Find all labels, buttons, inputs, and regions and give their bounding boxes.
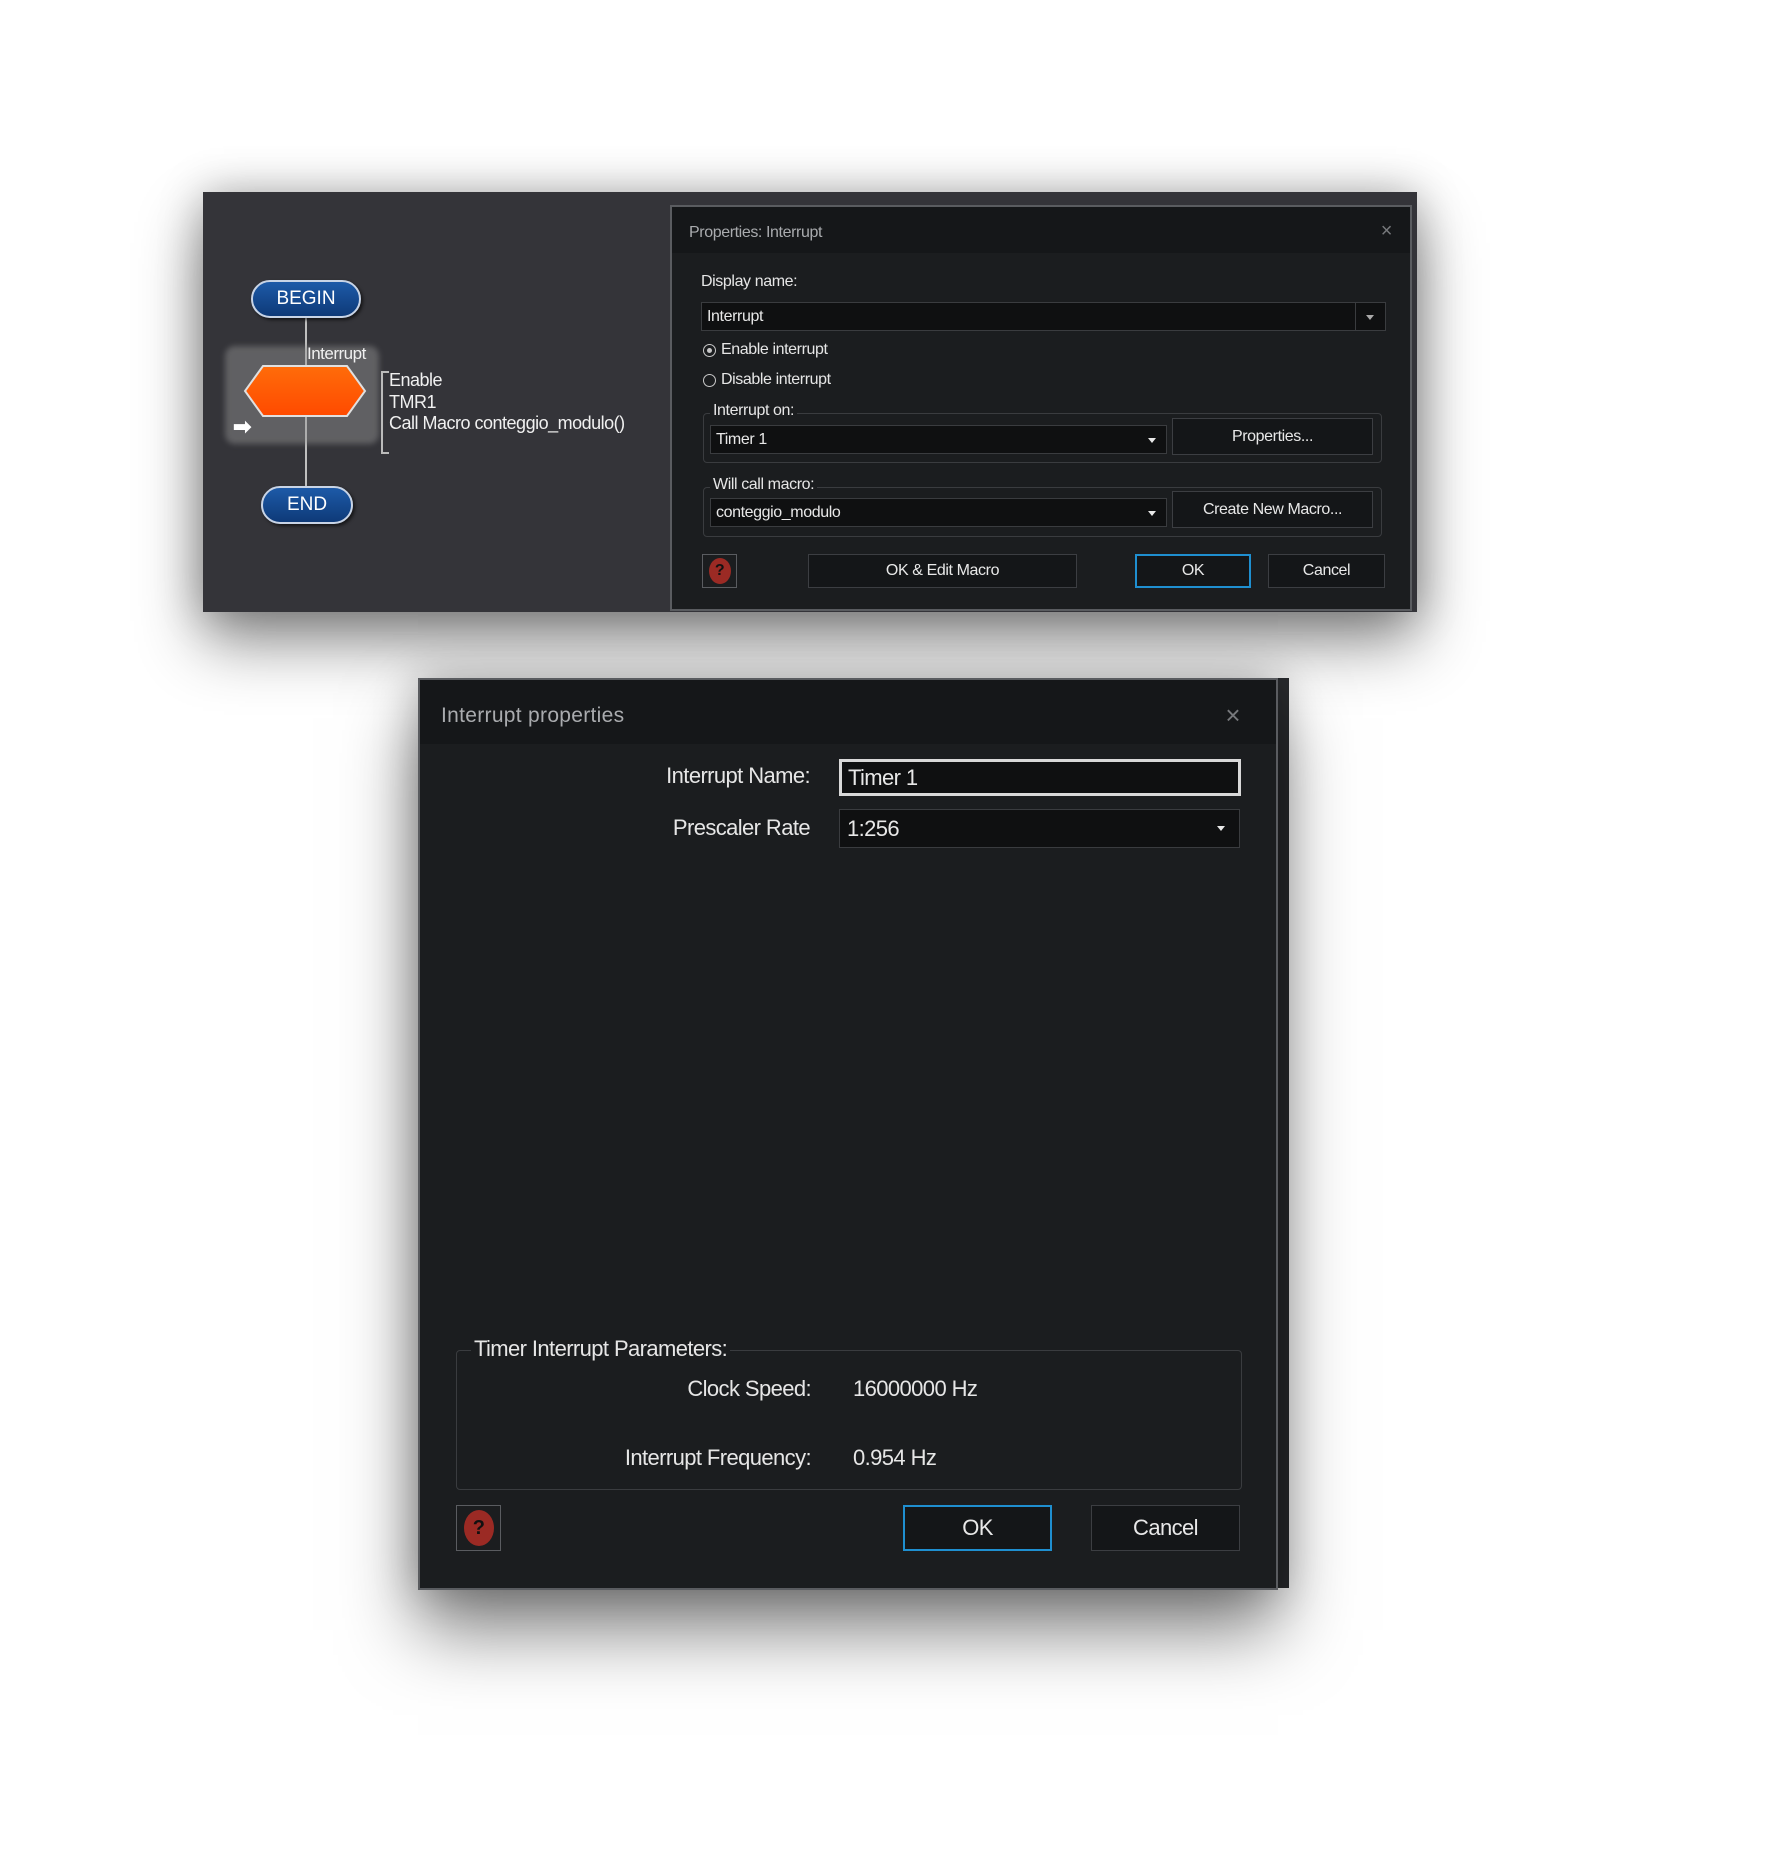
properties-interrupt-dialog: Properties: Interrupt × Display name: In… <box>670 205 1412 611</box>
interrupt-on-value: Timer 1 <box>716 430 767 448</box>
close-icon[interactable]: × <box>1381 220 1393 243</box>
dialog-title: Interrupt properties <box>441 704 625 727</box>
create-new-macro-button[interactable]: Create New Macro... <box>1172 491 1373 528</box>
clock-speed-label: Clock Speed: <box>687 1376 811 1401</box>
clock-speed-value: 16000000 Hz <box>853 1376 978 1401</box>
interrupt-frequency-value: 0.954 Hz <box>853 1445 937 1470</box>
ok-button[interactable]: OK <box>903 1505 1052 1551</box>
help-icon: ? <box>463 1510 494 1546</box>
close-icon[interactable]: × <box>1225 700 1240 731</box>
disable-interrupt-label[interactable]: Disable interrupt <box>721 371 831 389</box>
execution-arrow-icon: ➡ <box>233 414 252 439</box>
interrupt-caption: Interrupt <box>307 344 366 363</box>
prescaler-rate-label: Prescaler Rate <box>672 815 811 840</box>
disable-interrupt-radio[interactable] <box>703 374 716 387</box>
display-name-value: Interrupt <box>707 307 763 325</box>
display-name-input[interactable]: Interrupt <box>701 302 1356 331</box>
detail-line: Enable <box>389 370 443 390</box>
begin-terminal[interactable]: BEGIN <box>251 280 361 318</box>
cancel-button[interactable]: Cancel <box>1268 554 1385 588</box>
chevron-down-icon <box>1148 438 1156 443</box>
interrupt-on-select[interactable]: Timer 1 <box>710 425 1167 454</box>
cancel-button[interactable]: Cancel <box>1091 1505 1240 1551</box>
interrupt-name-input[interactable]: Timer 1 <box>839 759 1241 796</box>
prescaler-rate-select[interactable]: 1:256 <box>839 809 1240 848</box>
title-bar: Interrupt properties × <box>420 680 1276 744</box>
end-terminal[interactable]: END <box>261 486 353 524</box>
interrupt-name-label: Interrupt Name: <box>666 763 810 788</box>
detail-line: TMR1 <box>389 392 437 412</box>
timer-parameters-group <box>456 1350 1242 1490</box>
interrupt-icon[interactable] <box>243 364 367 418</box>
properties-button[interactable]: Properties... <box>1172 418 1373 455</box>
will-call-macro-label: Will call macro: <box>710 476 818 494</box>
details-bracket <box>381 371 389 454</box>
interrupt-properties-dialog: Interrupt properties × Interrupt Name: T… <box>418 678 1278 1590</box>
help-icon: ? <box>708 558 731 584</box>
chevron-down-icon <box>1148 511 1156 516</box>
timer-parameters-label: Timer Interrupt Parameters: <box>471 1336 731 1362</box>
enable-interrupt-label[interactable]: Enable interrupt <box>721 341 828 359</box>
prescaler-rate-value: 1:256 <box>847 815 900 841</box>
chevron-down-icon <box>1217 826 1225 831</box>
display-name-dropdown-button[interactable] <box>1355 302 1386 331</box>
chevron-down-icon <box>1366 315 1374 320</box>
macro-value: conteggio_modulo <box>716 503 841 521</box>
title-bar: Properties: Interrupt × <box>672 207 1410 253</box>
detail-line: Call Macro conteggio_modulo() <box>389 413 625 433</box>
display-name-label: Display name: <box>701 273 798 290</box>
interrupt-on-label: Interrupt on: <box>710 402 798 420</box>
interrupt-frequency-label: Interrupt Frequency: <box>624 1445 812 1470</box>
macro-select[interactable]: conteggio_modulo <box>710 498 1167 527</box>
enable-interrupt-radio[interactable] <box>703 344 716 357</box>
ok-button[interactable]: OK <box>1135 554 1251 588</box>
ok-edit-macro-button[interactable]: OK & Edit Macro <box>808 554 1077 588</box>
help-button[interactable]: ? <box>702 554 737 588</box>
interrupt-name-value: Timer 1 <box>848 764 918 790</box>
dialog-title: Properties: Interrupt <box>689 224 822 241</box>
help-button[interactable]: ? <box>456 1505 501 1551</box>
